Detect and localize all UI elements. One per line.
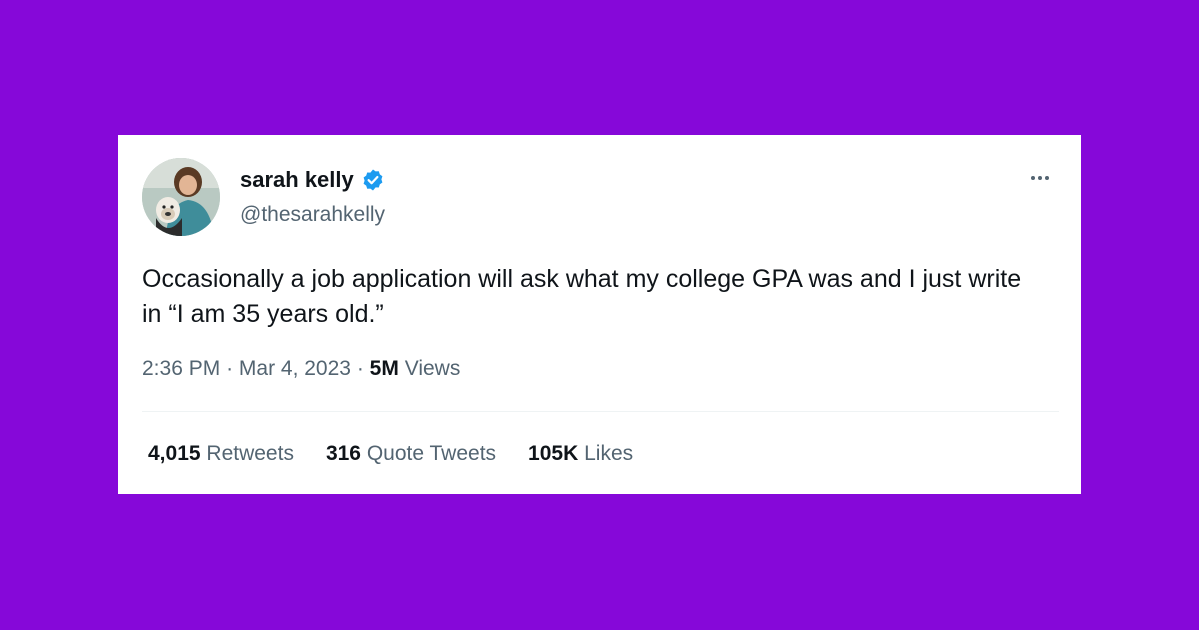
tweet-stats: 4,015 Retweets 316 Quote Tweets 105K Lik…	[148, 441, 633, 467]
more-options-icon[interactable]	[1031, 171, 1055, 185]
views-count: 5M	[369, 357, 399, 380]
quote-tweets-stat[interactable]: 316 Quote Tweets	[326, 441, 496, 467]
meta-separator: ·	[226, 357, 234, 380]
tweet-date[interactable]: Mar 4, 2023	[239, 357, 351, 380]
likes-label: Likes	[584, 442, 634, 465]
divider	[142, 411, 1059, 412]
more-dot	[1031, 176, 1035, 180]
likes-count: 105K	[528, 442, 579, 465]
more-dot	[1045, 176, 1049, 180]
verified-badge-icon	[361, 168, 385, 192]
quote-tweets-count: 316	[325, 442, 361, 465]
tweet-text: Occasionally a job application will ask …	[142, 265, 1022, 328]
author-handle[interactable]: @thesarahkelly	[240, 202, 385, 228]
avatar-image	[142, 158, 220, 236]
retweets-label: Retweets	[206, 442, 294, 465]
tweet-time[interactable]: 2:36 PM	[142, 357, 220, 380]
meta-separator: ·	[356, 357, 364, 380]
quote-tweets-label: Quote Tweets	[366, 442, 497, 465]
tweet-card: sarah kelly @thesarahkelly Occasionally …	[118, 135, 1081, 494]
avatar[interactable]	[142, 158, 220, 236]
author-display-name[interactable]: sarah kelly	[240, 167, 354, 193]
views-label: Views	[404, 357, 461, 380]
tweet-meta: 2:36 PM · Mar 4, 2023 · 5M Views	[142, 356, 460, 382]
likes-stat[interactable]: 105K Likes	[528, 441, 633, 467]
retweets-count: 4,015	[148, 442, 201, 465]
author-name-row: sarah kelly	[240, 167, 385, 193]
more-dot	[1038, 176, 1042, 180]
retweets-stat[interactable]: 4,015 Retweets	[148, 441, 294, 467]
